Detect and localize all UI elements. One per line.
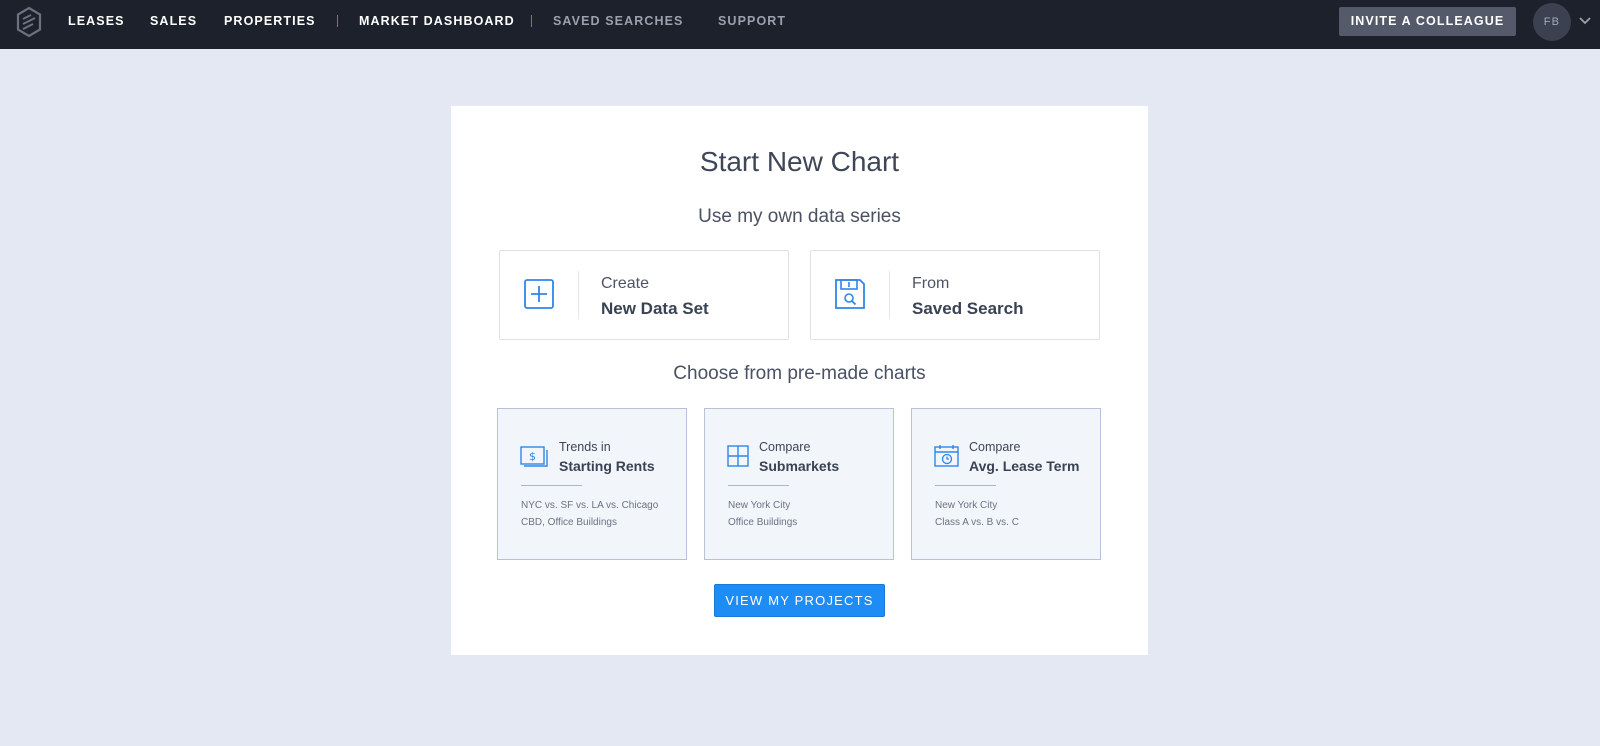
premade-chart-starting-rents[interactable]: $ Trends in Starting Rents NYC vs. SF vs… <box>497 408 687 560</box>
premade-charts-heading: Choose from pre-made charts <box>673 363 926 384</box>
page-title: Start New Chart <box>699 146 900 177</box>
avatar[interactable]: FB <box>1533 3 1571 41</box>
view-my-projects-button[interactable]: VIEW MY PROJECTS <box>714 584 885 617</box>
tile-big-label: Avg. Lease Term <box>969 458 1080 474</box>
tile-small-label: Compare <box>759 440 811 454</box>
nav-separator <box>337 15 338 27</box>
top-nav-bar: LEASES SALES PROPERTIES MARKET DASHBOARD… <box>0 0 1600 49</box>
nav-saved-searches[interactable]: SAVED SEARCHES <box>553 0 683 43</box>
option-small-label: From <box>912 275 950 292</box>
tile-description: Office Buildings <box>728 517 798 528</box>
plus-square-icon <box>524 279 554 309</box>
premade-chart-avg-lease-term[interactable]: Compare Avg. Lease Term New York City Cl… <box>911 408 1101 560</box>
chevron-down-icon[interactable] <box>1579 16 1591 26</box>
calendar-clock-icon <box>934 445 959 467</box>
invite-colleague-button[interactable]: INVITE A COLLEAGUE <box>1339 7 1516 36</box>
option-big-label: New Data Set <box>601 299 709 318</box>
nav-leases[interactable]: LEASES <box>68 0 125 43</box>
from-saved-search-option[interactable]: From Saved Search <box>810 250 1100 340</box>
floppy-search-icon <box>835 279 865 309</box>
grid-icon <box>727 445 749 467</box>
tile-description: CBD, Office Buildings <box>521 517 617 528</box>
tile-small-label: Compare <box>969 440 1021 454</box>
nav-sales[interactable]: SALES <box>150 0 197 43</box>
tile-big-label: Starting Rents <box>559 458 655 474</box>
tile-description: New York City <box>728 500 791 511</box>
tile-description: Class A vs. B vs. C <box>935 517 1019 528</box>
own-data-heading: Use my own data series <box>698 206 901 227</box>
nav-market-dashboard[interactable]: MARKET DASHBOARD <box>359 0 515 43</box>
start-new-chart-card: Start New Chart Use my own data series C… <box>451 106 1148 655</box>
premade-chart-submarkets[interactable]: Compare Submarkets New York City Office … <box>704 408 894 560</box>
nav-separator <box>531 15 532 27</box>
dollar-bill-icon: $ <box>520 446 548 467</box>
option-divider <box>578 271 579 319</box>
svg-text:$: $ <box>529 450 536 463</box>
tile-divider <box>728 485 789 486</box>
nav-support[interactable]: SUPPORT <box>718 0 786 43</box>
tile-divider <box>935 485 996 486</box>
tile-description: New York City <box>935 500 998 511</box>
tile-divider <box>521 485 582 486</box>
option-small-label: Create <box>601 275 650 292</box>
cube-logo-icon[interactable] <box>15 6 43 38</box>
nav-properties[interactable]: PROPERTIES <box>224 0 316 43</box>
tile-big-label: Submarkets <box>759 458 840 474</box>
create-new-data-set-option[interactable]: Create New Data Set <box>499 250 789 340</box>
option-divider <box>889 271 890 319</box>
tile-small-label: Trends in <box>559 440 611 454</box>
tile-description: NYC vs. SF vs. LA vs. Chicago <box>521 500 659 511</box>
option-big-label: Saved Search <box>912 299 1024 318</box>
